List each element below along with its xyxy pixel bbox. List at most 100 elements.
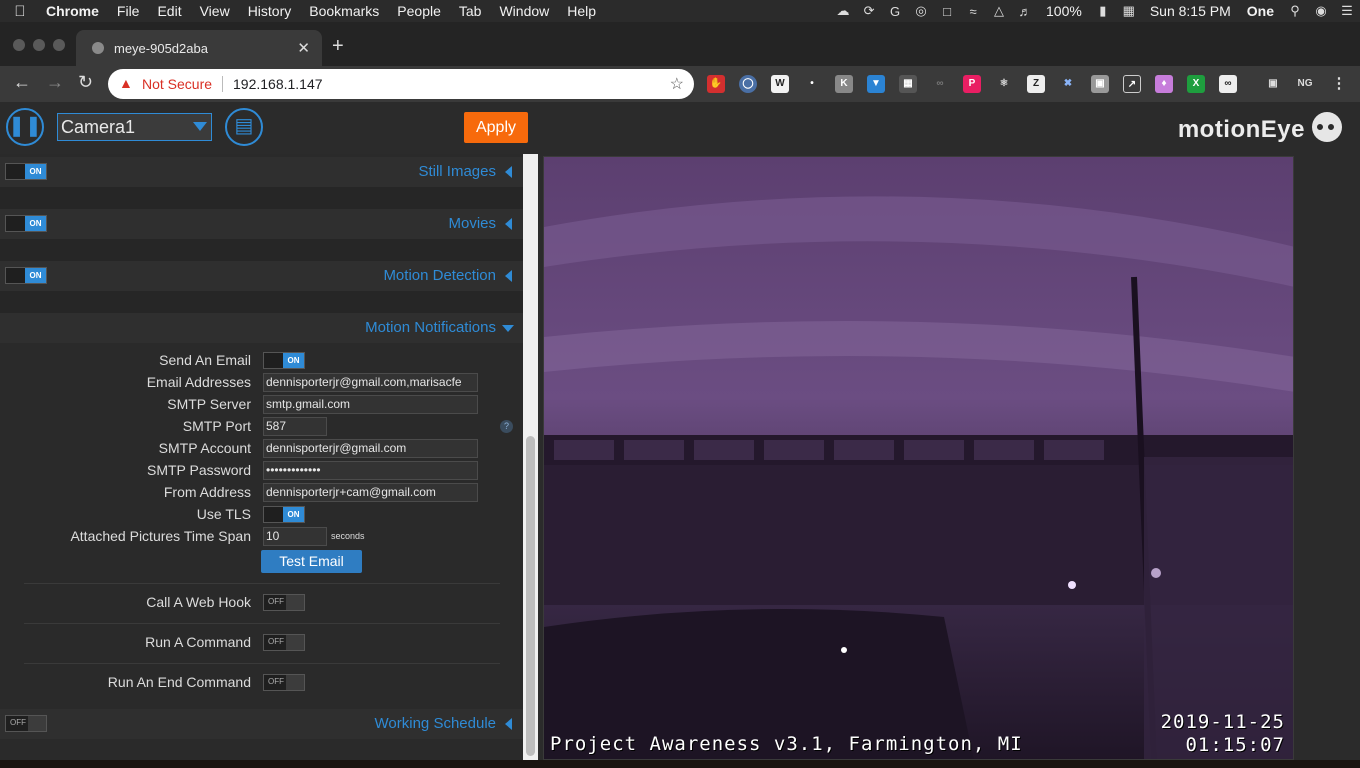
- pause-icon[interactable]: ❚❚: [6, 108, 44, 146]
- camera-frame[interactable]: Project Awareness v3.1, Farmington, MI 2…: [543, 156, 1294, 760]
- extension-shield-icon[interactable]: ▼: [867, 75, 885, 93]
- tab-close-icon[interactable]: ✕: [297, 39, 310, 57]
- menubar-user[interactable]: One: [1239, 3, 1282, 19]
- run-command-toggle[interactable]: OFF: [263, 634, 305, 651]
- collapse-arrow-icon[interactable]: [505, 270, 512, 282]
- smtp-password-input[interactable]: •••••••••••••: [263, 461, 478, 480]
- working-schedule-toggle[interactable]: OFF: [5, 715, 47, 732]
- volume-icon[interactable]: ♬: [1012, 4, 1038, 19]
- window-minimize-dot[interactable]: [33, 39, 45, 51]
- bookmark-star-icon[interactable]: ☆: [670, 74, 684, 94]
- clipboard-icon[interactable]: □: [934, 4, 960, 19]
- menu-people[interactable]: People: [388, 3, 450, 19]
- extension-pink-icon[interactable]: P: [963, 75, 981, 93]
- battery-icon[interactable]: ▮: [1090, 3, 1116, 19]
- menu-app-name[interactable]: Chrome: [40, 3, 108, 19]
- warning-triangle-icon[interactable]: ▲: [119, 75, 133, 91]
- not-secure-label[interactable]: Not Secure: [142, 76, 212, 92]
- menu-file[interactable]: File: [108, 3, 149, 19]
- extension-circle-icon[interactable]: ◯: [739, 75, 757, 93]
- expanded-arrow-icon[interactable]: [502, 325, 514, 332]
- smtp-server-input[interactable]: smtp.gmail.com: [263, 395, 478, 414]
- browser-menu-icon[interactable]: ⋮: [1330, 75, 1348, 93]
- section-motion-notifications[interactable]: Motion Notifications: [0, 313, 523, 343]
- section-title-motion-detection[interactable]: Motion Detection: [383, 267, 496, 284]
- test-email-button[interactable]: Test Email: [261, 550, 362, 573]
- apple-icon[interactable]: : [0, 3, 40, 20]
- extension-arrow-icon[interactable]: ↗: [1123, 75, 1141, 93]
- apply-button[interactable]: Apply: [464, 112, 528, 143]
- siri-icon[interactable]: ◉: [1308, 3, 1334, 19]
- time-span-input[interactable]: 10: [263, 527, 327, 546]
- scrollbar-thumb[interactable]: [526, 436, 535, 756]
- collapse-arrow-icon[interactable]: [505, 718, 512, 730]
- still-images-toggle[interactable]: ON: [5, 163, 47, 180]
- section-title-movies[interactable]: Movies: [448, 215, 496, 232]
- help-icon[interactable]: ?: [500, 420, 513, 433]
- window-close-dot[interactable]: [13, 39, 25, 51]
- cast-icon[interactable]: ▣: [1264, 75, 1282, 93]
- use-tls-toggle[interactable]: ON: [263, 506, 305, 523]
- trash-icon[interactable]: ▤: [225, 108, 263, 146]
- smtp-account-input[interactable]: dennisporterjr@gmail.com: [263, 439, 478, 458]
- forward-icon[interactable]: →: [46, 72, 64, 93]
- extension-square-icon[interactable]: ▣: [1091, 75, 1109, 93]
- collapse-arrow-icon[interactable]: [505, 218, 512, 230]
- email-addresses-input[interactable]: dennisporterjr@gmail.com,marisacfe: [263, 373, 478, 392]
- extension-glasses-icon[interactable]: ∞: [1219, 75, 1237, 93]
- spiral-icon[interactable]: ◎: [908, 3, 934, 19]
- movies-toggle[interactable]: ON: [5, 215, 47, 232]
- extension-adblock-icon[interactable]: ✋: [707, 75, 725, 93]
- extension-x-icon[interactable]: ✖: [1059, 75, 1077, 93]
- menu-tab[interactable]: Tab: [450, 3, 491, 19]
- sync-icon[interactable]: ⟳: [856, 3, 882, 19]
- cloud-icon[interactable]: ☁: [830, 3, 856, 19]
- menu-edit[interactable]: Edit: [148, 3, 190, 19]
- menu-view[interactable]: View: [191, 3, 239, 19]
- section-motion-detection[interactable]: ON Motion Detection: [0, 261, 523, 291]
- new-tab-button[interactable]: +: [332, 35, 344, 58]
- web-hook-toggle[interactable]: OFF: [263, 594, 305, 611]
- section-title-still-images[interactable]: Still Images: [418, 163, 496, 180]
- menu-window[interactable]: Window: [490, 3, 558, 19]
- menubar-clock[interactable]: Sun 8:15 PM: [1142, 3, 1239, 19]
- from-address-input[interactable]: dennisporterjr+cam@gmail.com: [263, 483, 478, 502]
- section-working-schedule[interactable]: OFF Working Schedule: [0, 709, 523, 739]
- collapse-arrow-icon[interactable]: [505, 166, 512, 178]
- profile-ng-icon[interactable]: NG: [1296, 75, 1314, 93]
- address-bar[interactable]: ▲ Not Secure 192.168.1.147 ☆: [108, 69, 694, 99]
- reload-icon[interactable]: ↻: [78, 72, 93, 93]
- extension-k-icon[interactable]: K: [835, 75, 853, 93]
- url-text[interactable]: 192.168.1.147: [233, 76, 323, 92]
- notification-center-icon[interactable]: ☰: [1334, 3, 1360, 19]
- extension-excel-icon[interactable]: X: [1187, 75, 1205, 93]
- section-title-motion-notifications[interactable]: Motion Notifications: [365, 319, 496, 336]
- extension-atom-icon[interactable]: ⚛: [995, 75, 1013, 93]
- wifi-icon[interactable]: ≈: [960, 4, 986, 19]
- back-icon[interactable]: ←: [13, 72, 31, 93]
- end-command-toggle[interactable]: OFF: [263, 674, 305, 691]
- camera-select[interactable]: Camera1: [57, 113, 212, 141]
- menu-history[interactable]: History: [239, 3, 301, 19]
- menu-bookmarks[interactable]: Bookmarks: [300, 3, 388, 19]
- motion-detection-toggle[interactable]: ON: [5, 267, 47, 284]
- extension-purple-icon[interactable]: ♦: [1155, 75, 1173, 93]
- send-email-toggle[interactable]: ON: [263, 352, 305, 369]
- spotlight-search-icon[interactable]: ⚲: [1282, 3, 1308, 19]
- section-title-working-schedule[interactable]: Working Schedule: [375, 715, 496, 732]
- browser-tab[interactable]: meye-905d2aba ✕: [76, 30, 322, 66]
- section-movies[interactable]: ON Movies: [0, 209, 523, 239]
- g-icon[interactable]: G: [882, 4, 908, 19]
- calendar-icon[interactable]: ▦: [1116, 3, 1142, 19]
- extension-grid-icon[interactable]: ▦: [899, 75, 917, 93]
- window-zoom-dot[interactable]: [53, 39, 65, 51]
- airplay-icon[interactable]: △: [986, 3, 1012, 19]
- extension-gray-icon[interactable]: ∞: [931, 75, 949, 93]
- menu-help[interactable]: Help: [558, 3, 605, 19]
- smtp-port-input[interactable]: 587: [263, 417, 327, 436]
- section-still-images[interactable]: ON Still Images: [0, 157, 523, 187]
- extension-z-icon[interactable]: Z: [1027, 75, 1045, 93]
- battery-percent[interactable]: 100%: [1038, 3, 1090, 19]
- extension-dots-icon[interactable]: •: [803, 75, 821, 93]
- extension-w-icon[interactable]: W: [771, 75, 789, 93]
